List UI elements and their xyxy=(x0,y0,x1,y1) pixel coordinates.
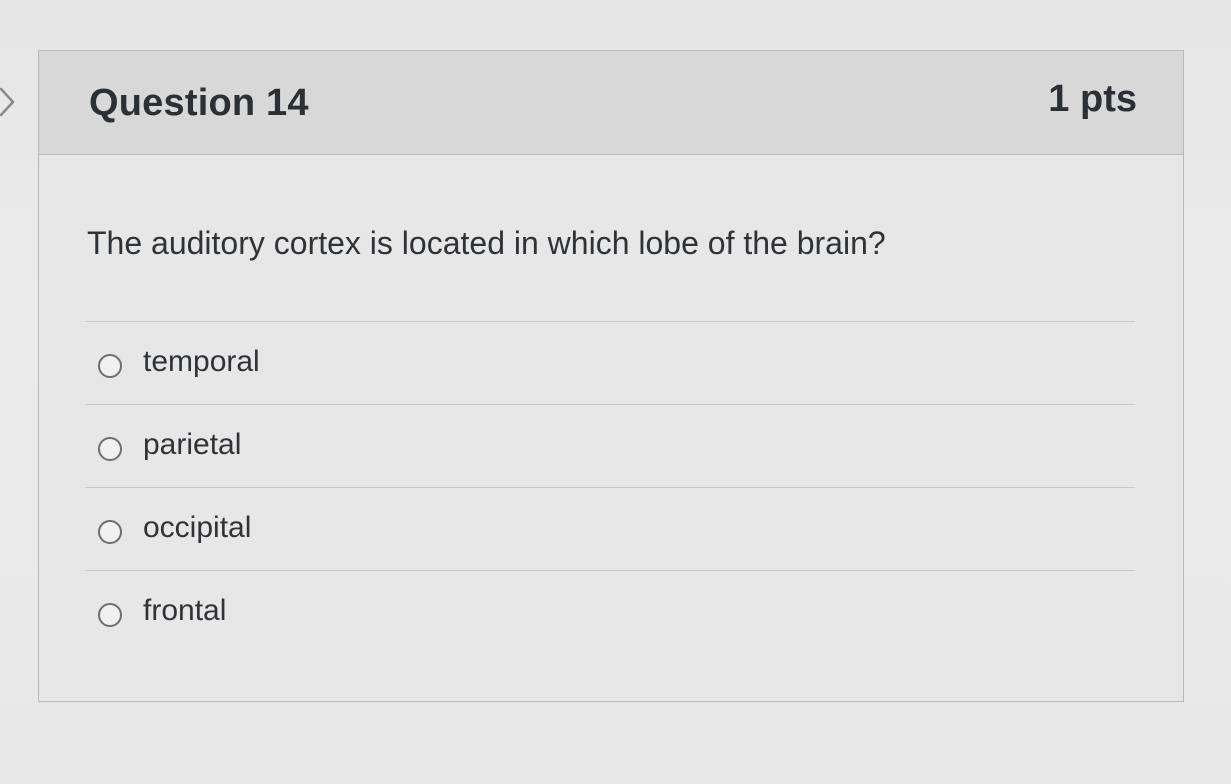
answer-option-parietal[interactable]: parietal xyxy=(85,404,1135,487)
radio-empty-icon[interactable] xyxy=(98,354,122,378)
question-points: 1 pts xyxy=(1048,78,1137,120)
radio-empty-icon[interactable] xyxy=(98,603,122,627)
radio-empty-icon[interactable] xyxy=(98,520,122,544)
chevron-right-icon[interactable] xyxy=(0,82,24,122)
question-title: Question 14 xyxy=(89,82,309,124)
question-card: Question 14 1 pts The auditory cortex is… xyxy=(38,50,1184,702)
radio-empty-icon[interactable] xyxy=(98,437,122,461)
answer-list: temporal parietal occipital frontal xyxy=(85,321,1135,653)
quiz-page: Question 14 1 pts The auditory cortex is… xyxy=(0,0,1231,784)
answer-option-occipital[interactable]: occipital xyxy=(85,487,1135,570)
answer-label[interactable]: parietal xyxy=(143,428,241,462)
answer-option-frontal[interactable]: frontal xyxy=(85,570,1135,653)
answer-label[interactable]: temporal xyxy=(143,345,260,379)
answer-label[interactable]: frontal xyxy=(143,594,226,628)
question-header: Question 14 1 pts xyxy=(39,51,1183,155)
question-text: The auditory cortex is located in which … xyxy=(87,225,886,261)
answer-label[interactable]: occipital xyxy=(143,511,251,545)
answer-option-temporal[interactable]: temporal xyxy=(85,321,1135,404)
